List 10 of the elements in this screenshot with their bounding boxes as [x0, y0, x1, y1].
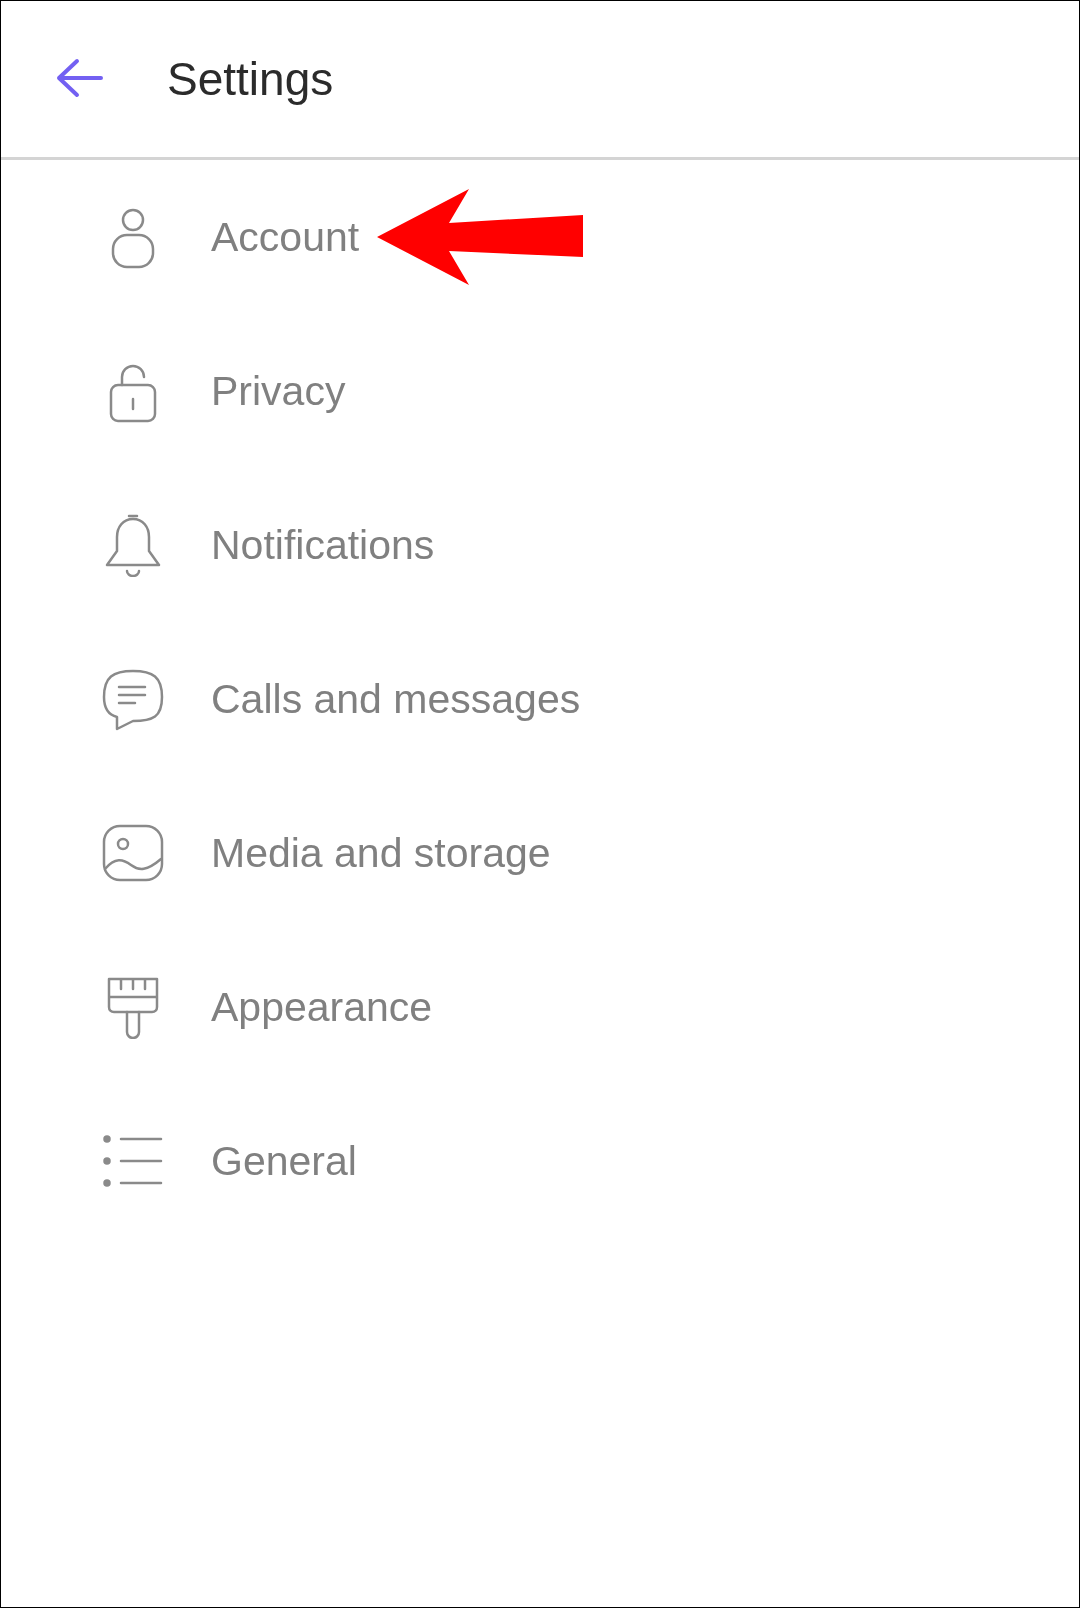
- settings-item[interactable]: Privacy: [1, 314, 1079, 468]
- settings-item[interactable]: Media and storage: [1, 776, 1079, 930]
- settings-item[interactable]: Account: [1, 160, 1079, 314]
- settings-item[interactable]: Appearance: [1, 930, 1079, 1084]
- settings-item[interactable]: Calls and messages: [1, 622, 1079, 776]
- screen-title: Settings: [167, 52, 334, 106]
- back-icon[interactable]: [55, 58, 103, 98]
- settings-item[interactable]: Notifications: [1, 468, 1079, 622]
- settings-item[interactable]: General: [1, 1084, 1079, 1238]
- chat-bubble-icon: [101, 667, 165, 731]
